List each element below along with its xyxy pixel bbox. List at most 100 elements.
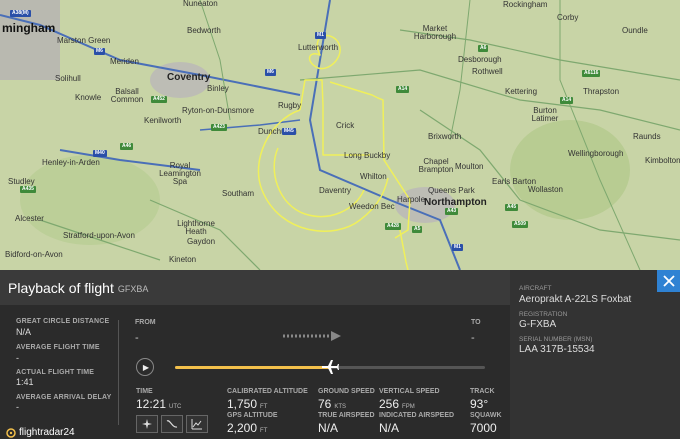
plane-map-icon <box>142 419 152 429</box>
avg-arrival-delay-label: AVERAGE ARRIVAL DELAY <box>16 394 112 401</box>
route-info: FROM - TO - <box>135 305 495 365</box>
flight-callsign: GFXBA <box>117 284 149 294</box>
time-number: 12:21 <box>136 397 167 411</box>
panel-header: Playback of flight GFXBA <box>0 270 510 305</box>
map-label: mingham <box>2 21 56 35</box>
ground-speed-unit: KTS <box>334 404 347 410</box>
play-button[interactable]: ▶ <box>136 358 154 376</box>
serial-number-value: LAA 317B-15534 <box>519 344 595 355</box>
gps-altitude-value: 2,200 FT <box>227 421 267 435</box>
calibrated-altitude-label: CALIBRATED ALTITUDE <box>227 388 308 395</box>
map-label: Stratford-upon-Avon <box>63 231 135 240</box>
road-badge: A5 <box>412 226 423 233</box>
registration-label: REGISTRATION <box>519 311 568 318</box>
vertical-speed-unit: FPM <box>402 404 415 410</box>
map-label: Alcester <box>15 214 44 223</box>
road-badge: M6 <box>94 48 105 55</box>
road-badge: A423 <box>211 124 227 131</box>
map-label: Knowle <box>75 93 102 102</box>
map-label: Solihull <box>55 74 81 83</box>
graph-icon <box>191 419 202 430</box>
to-label: TO <box>471 319 481 326</box>
avg-flight-time-value: - <box>16 353 19 363</box>
close-button[interactable] <box>657 270 680 292</box>
map-label: Crick <box>336 121 355 130</box>
map-label: Daventry <box>319 186 352 195</box>
map-label: Marston Green <box>57 36 111 45</box>
squawk-value: 7000 <box>470 421 497 435</box>
ground-speed-value: 76 KTS <box>318 397 346 411</box>
playback-progress-fill <box>175 366 330 369</box>
map-label: Bidford-on-Avon <box>5 250 63 259</box>
aircraft-label: AIRCRAFT <box>519 285 552 292</box>
time-unit: UTC <box>169 404 182 410</box>
road-badge: M40 <box>93 150 107 157</box>
road-badge: A46 <box>120 143 134 150</box>
to-value: - <box>471 332 475 344</box>
road-badge: A428 <box>385 223 401 230</box>
from-value: - <box>135 332 139 344</box>
map-label: Kettering <box>505 87 538 96</box>
track-value: 93° <box>470 397 489 411</box>
vertical-speed-value: 256 FPM <box>379 397 415 411</box>
map-label: Kimbolton <box>645 156 680 165</box>
road-badge: A6116 <box>582 70 601 77</box>
time-label: TIME <box>136 388 153 395</box>
time-value: 12:21 UTC <box>136 397 181 411</box>
map-label: Lutterworth <box>298 43 339 52</box>
divider <box>118 320 119 425</box>
road-badge: A6 <box>478 45 489 52</box>
map-label: Gaydon <box>187 237 216 246</box>
map-label: Rothwell <box>472 67 503 76</box>
map-label: Queens Park <box>428 186 475 195</box>
map-view-button[interactable] <box>136 415 158 433</box>
map-label: Weedon Bec <box>349 202 395 211</box>
indicated-airspeed-value: N/A <box>379 421 400 435</box>
map-label: Rockingham <box>503 0 548 9</box>
gps-altitude-unit: FT <box>260 428 268 434</box>
avg-flight-time-label: AVERAGE FLIGHT TIME <box>16 344 100 351</box>
great-circle-label: GREAT CIRCLE DISTANCE <box>16 318 110 325</box>
graph-view-button[interactable] <box>186 415 208 433</box>
flightradar24-logo[interactable]: flightradar24 <box>6 427 75 438</box>
registration-value: G-FXBA <box>519 319 557 330</box>
road-badge: A43 <box>445 208 459 215</box>
logo-text: flightradar24 <box>19 427 75 438</box>
road-badge: A452 <box>151 96 167 103</box>
great-circle-value: N/A <box>16 327 32 337</box>
map-label: Meriden <box>110 57 139 66</box>
map-label: Studley <box>8 177 35 186</box>
map-label: Nuneaton <box>183 0 218 8</box>
road-badge: M1 <box>452 244 463 251</box>
map-label: Wollaston <box>528 185 563 194</box>
map-label: Wellingborough <box>568 149 624 158</box>
playback-progress-bar[interactable] <box>175 360 485 374</box>
map-label: Oundle <box>622 26 648 35</box>
road-badge: A45 <box>505 204 519 211</box>
road-badge: A14 <box>396 86 410 93</box>
aircraft-icon[interactable] <box>320 357 340 377</box>
actual-flight-time-label: ACTUAL FLIGHT TIME <box>16 369 95 376</box>
vertical-speed-label: VERTICAL SPEED <box>379 388 440 395</box>
calibrated-altitude-value: 1,750 FT <box>227 397 267 411</box>
map-view[interactable]: Nuneaton Rockingham Corby mingham Marsto… <box>0 0 680 270</box>
ground-speed-label: GROUND SPEED <box>318 388 375 395</box>
route-icon <box>166 420 178 428</box>
playback-panel: Playback of flight GFXBA GREAT CIRCLE DI… <box>0 270 680 439</box>
map-label: Binley <box>207 84 229 93</box>
flight-summary: GREAT CIRCLE DISTANCE N/A AVERAGE FLIGHT… <box>0 305 120 439</box>
map-label: Whilton <box>360 172 387 181</box>
ground-speed-number: 76 <box>318 397 332 411</box>
true-airspeed-value: N/A <box>318 421 339 435</box>
road-badge: A14 <box>560 97 574 104</box>
indicated-airspeed-label: INDICATED AIRSPEED <box>379 412 455 419</box>
map-label: Thrapston <box>583 87 620 96</box>
map-label: Ryton-on-Dunsmore <box>182 106 255 115</box>
road-badge: M1 <box>315 32 326 39</box>
aircraft-value: Aeroprakt A-22LS Foxbat <box>519 294 632 305</box>
gps-altitude-number: 2,200 <box>227 421 258 435</box>
map-label: Southam <box>222 189 255 198</box>
map-label: Corby <box>557 13 579 22</box>
route-arrow-icon <box>283 331 341 341</box>
track-view-button[interactable] <box>161 415 183 433</box>
